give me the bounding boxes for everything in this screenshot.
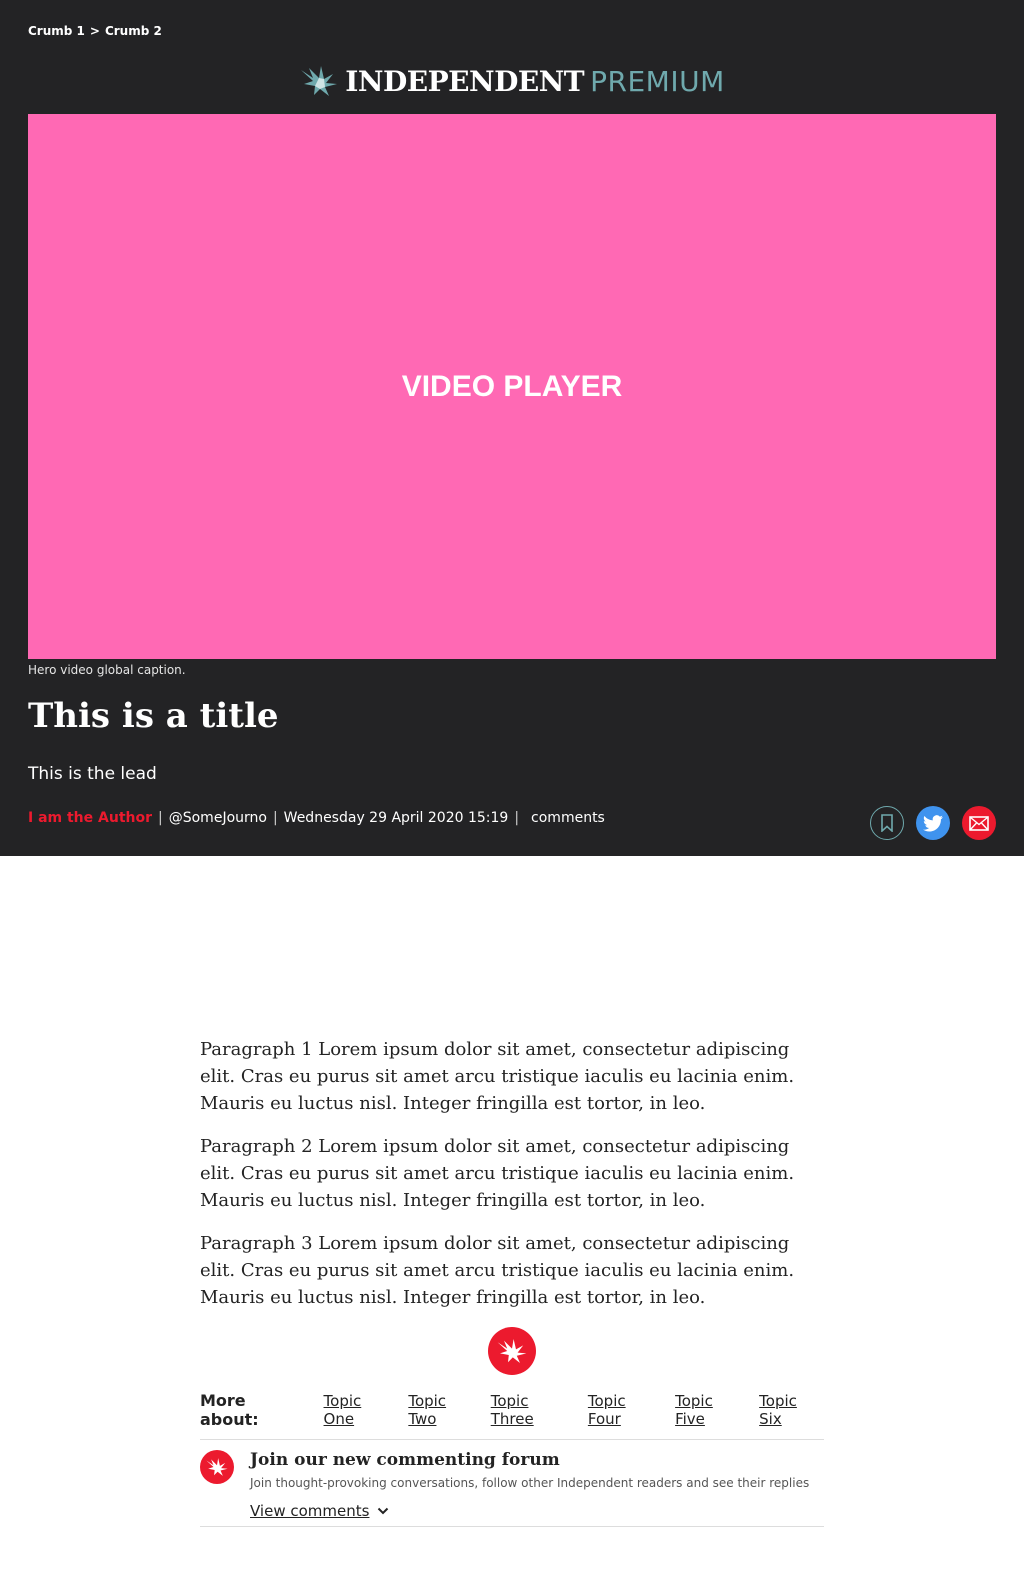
hero-section: Crumb 1 > Crumb 2 INDEPENDENT PREMIUM VI… <box>0 0 1024 856</box>
forum-text: Join our new commenting forum Join thoug… <box>250 1450 809 1520</box>
article-paragraph: Paragraph 2 Lorem ipsum dolor sit amet, … <box>200 1136 795 1211</box>
video-player-label: VIDEO PLAYER <box>401 369 623 403</box>
article-paragraph: Paragraph 1 Lorem ipsum dolor sit amet, … <box>200 1039 795 1114</box>
forum-heading: Join our new commenting forum <box>250 1450 560 1470</box>
masthead-brand: INDEPENDENT <box>345 64 585 98</box>
topic-link[interactable]: Topic Three <box>491 1392 576 1428</box>
article-lead: This is the lead <box>28 764 157 784</box>
publish-date: Wednesday 29 April 2020 15:19 <box>283 810 509 826</box>
article-end-mark <box>200 1327 824 1375</box>
breadcrumb-crumb-1[interactable]: Crumb 1 <box>28 24 85 38</box>
author-link[interactable]: I am the Author <box>28 810 152 826</box>
byline-separator: | <box>272 810 278 826</box>
more-about-topics: More about: Topic One Topic Two Topic Th… <box>200 1391 824 1440</box>
bookmark-icon <box>881 814 893 832</box>
view-comments-button[interactable]: View comments <box>250 1502 809 1520</box>
share-actions <box>870 806 996 840</box>
twitter-share-button[interactable] <box>916 806 950 840</box>
forum-description: Join thought-provoking conversations, fo… <box>250 1476 810 1490</box>
video-caption: Hero video global caption. <box>28 663 186 677</box>
video-player[interactable]: VIDEO PLAYER <box>28 114 996 659</box>
chevron-down-icon <box>378 1507 389 1515</box>
author-handle-link[interactable]: @SomeJourno <box>169 810 267 826</box>
topic-link[interactable]: Topic One <box>324 1392 397 1428</box>
more-about-label: More about: <box>200 1391 259 1429</box>
topic-link[interactable]: Topic Two <box>408 1392 478 1428</box>
breadcrumb: Crumb 1 > Crumb 2 <box>28 24 162 38</box>
breadcrumb-separator: > <box>89 24 100 38</box>
eagle-logo-icon <box>301 66 338 96</box>
eagle-badge-icon <box>488 1327 536 1375</box>
masthead-logo[interactable]: INDEPENDENT PREMIUM <box>0 62 1024 100</box>
topic-link[interactable]: Topic Four <box>588 1392 663 1428</box>
masthead-premium: PREMIUM <box>590 64 725 98</box>
byline-separator: | <box>514 810 520 826</box>
view-comments-label: View comments <box>250 1502 370 1520</box>
article-title: This is a title <box>28 696 279 736</box>
article-body: Paragraph 1 Lorem ipsum dolor sit amet, … <box>200 1036 824 1527</box>
topic-link[interactable]: Topic Five <box>675 1392 747 1428</box>
commenting-forum-promo: Join our new commenting forum Join thoug… <box>200 1440 824 1527</box>
eagle-badge-icon <box>200 1450 234 1484</box>
byline: I am the Author | @SomeJourno | Wednesda… <box>28 810 605 826</box>
article-paragraph: Paragraph 3 Lorem ipsum dolor sit amet, … <box>200 1233 795 1308</box>
breadcrumb-crumb-2[interactable]: Crumb 2 <box>105 24 162 38</box>
comments-link[interactable]: comments <box>531 810 605 826</box>
email-icon <box>969 815 989 831</box>
bookmark-button[interactable] <box>870 806 904 840</box>
email-share-button[interactable] <box>962 806 996 840</box>
byline-separator: | <box>158 810 163 826</box>
topic-link[interactable]: Topic Six <box>759 1392 824 1428</box>
twitter-icon <box>923 814 943 831</box>
